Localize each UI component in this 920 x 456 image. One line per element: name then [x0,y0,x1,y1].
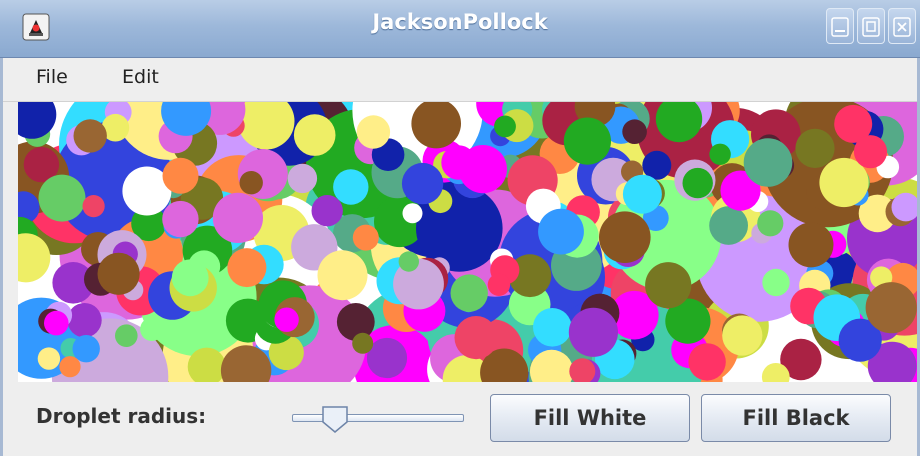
paint-droplet [352,332,374,354]
droplet-radius-slider[interactable] [288,404,468,434]
paint-droplet [622,174,662,214]
paint-droplet [293,114,336,156]
paint-droplet [73,119,107,153]
title-bar[interactable]: JacksonPollock [0,0,920,58]
close-icon [893,17,911,37]
menu-file[interactable]: File [36,66,68,88]
paint-droplet [865,282,917,334]
paint-droplet [37,347,61,370]
paint-droplet [622,119,647,144]
paint-droplet [212,192,263,243]
paint-droplet [18,102,57,139]
paint-droplet [162,157,199,194]
paint-droplet [788,222,834,268]
paint-droplet [682,167,713,199]
paint-droplet [709,143,731,165]
paint-droplet [688,343,726,381]
paint-droplet [402,203,423,224]
paint-droplet [538,208,584,255]
paint-droplet [494,115,516,138]
paint-droplet [59,356,81,378]
paint-droplet [162,200,199,238]
paint-droplet [722,315,763,356]
maximize-icon [862,17,880,37]
paint-droplet [450,274,488,312]
paint-droplet [441,145,476,180]
paint-droplet [287,163,318,194]
control-panel: Droplet radius: Fill White Fill Black [0,382,920,456]
paint-droplet [227,248,267,288]
paint-droplet [82,195,105,218]
paint-droplet [709,206,748,245]
maximize-button[interactable] [857,8,885,44]
slider-track[interactable] [292,414,464,422]
minimize-icon [831,17,849,37]
menu-bar: File Edit [0,58,920,102]
window-title: JacksonPollock [372,10,548,34]
paint-droplet [72,335,100,363]
paint-droplet [757,210,784,237]
paint-droplet [454,316,498,360]
paint-droplet [333,169,369,205]
paint-droplet [352,224,379,251]
app-window: JacksonPollock File Edit Droplet radius:… [0,0,920,456]
close-button[interactable] [888,8,916,44]
paint-droplet [97,252,140,295]
paint-droplet [762,268,790,297]
paint-canvas[interactable] [18,102,920,382]
paint-droplet [533,308,572,347]
window-border-left [0,58,3,456]
paint-droplet [311,195,343,227]
paint-droplet [239,171,263,195]
paint-droplet [563,117,612,165]
fill-white-button[interactable]: Fill White [490,394,690,442]
paint-droplet [645,262,692,309]
paint-droplet [795,128,835,168]
paint-droplet [274,307,299,332]
minimize-button[interactable] [826,8,854,44]
paint-droplet [743,138,793,187]
paint-droplet [891,192,920,222]
paint-droplet [317,250,368,301]
paint-droplet [356,115,391,149]
slider-thumb[interactable] [320,404,350,434]
paint-droplet [44,310,69,336]
paint-droplet [401,162,444,205]
menu-edit[interactable]: Edit [122,66,159,88]
paint-droplet [568,307,619,357]
paint-droplet [67,303,102,338]
paint-droplet [599,211,651,263]
paint-droplet [853,135,888,169]
droplet-canvas[interactable] [18,102,920,382]
paint-droplet [398,251,419,272]
paint-droplet [140,317,164,341]
paint-droplet [487,273,511,296]
paint-droplet [38,174,86,222]
paint-droplet [115,324,138,347]
droplet-radius-label: Droplet radius: [36,404,207,428]
paint-droplet [171,259,209,297]
fill-black-button[interactable]: Fill Black [701,394,891,442]
